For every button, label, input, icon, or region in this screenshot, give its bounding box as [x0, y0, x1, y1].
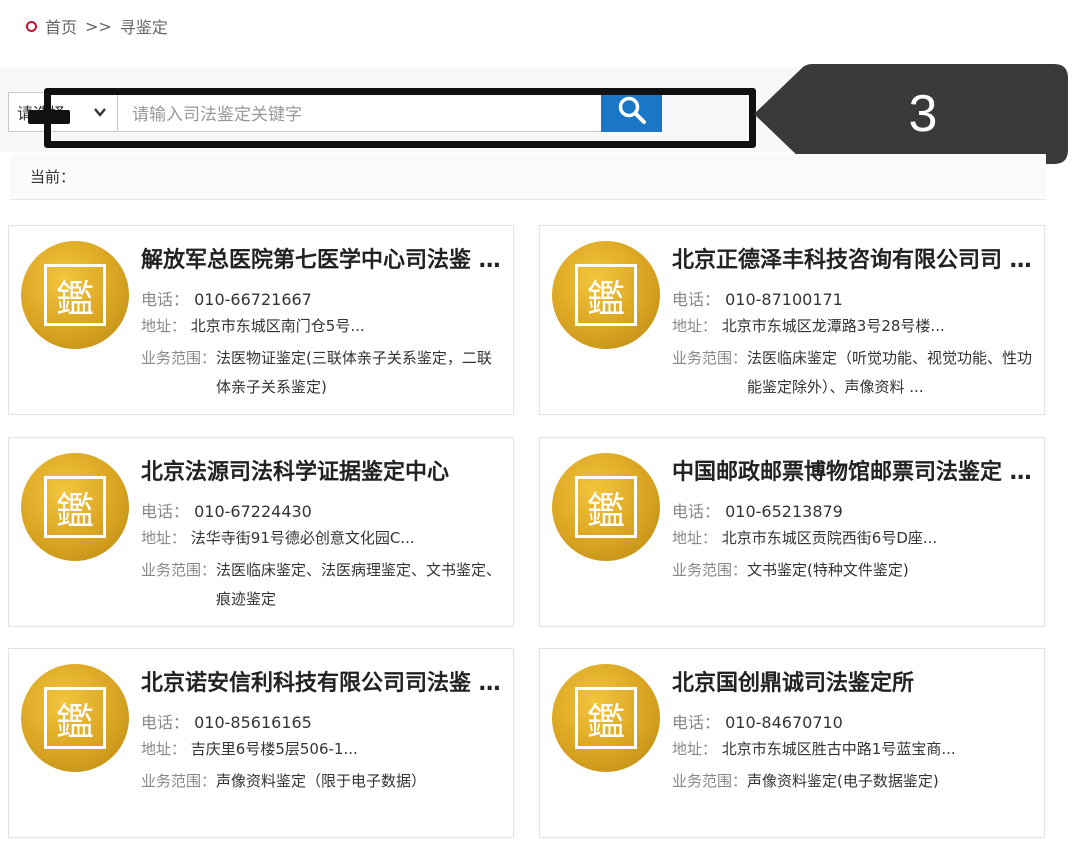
- institution-address: 地址： 北京市东城区贡院西街6号D座...: [672, 527, 937, 548]
- institution-card[interactable]: 鑑 北京正德泽丰科技咨询有限公司司 ... 电话： 010-87100171 地…: [539, 225, 1045, 415]
- scope-value: 声像资料鉴定(电子数据鉴定): [747, 772, 939, 790]
- search-button[interactable]: [601, 92, 662, 132]
- address-label: 地址：: [141, 529, 187, 547]
- institution-address: 地址： 法华寺街91号德必创意文化园C...: [141, 527, 415, 548]
- scope-value: 声像资料鉴定（限于电子数据）: [216, 772, 427, 790]
- institution-address: 地址： 北京市东城区南门仓5号...: [141, 315, 365, 336]
- institution-phone: 电话： 010-87100171: [672, 286, 843, 310]
- address-value: 北京市东城区龙潭路3号28号楼...: [721, 317, 945, 335]
- address-value: 北京市东城区胜古中路1号蓝宝商...: [721, 740, 956, 758]
- phone-label: 电话：: [141, 713, 190, 732]
- address-value: 北京市东城区贡院西街6号D座...: [721, 529, 938, 547]
- scope-value: 法医临床鉴定、法医病理鉴定、文书鉴定、痕迹鉴定: [216, 561, 502, 608]
- address-label: 地址：: [141, 317, 187, 335]
- institution-scope: 业务范围： 声像资料鉴定(电子数据鉴定): [672, 767, 1036, 796]
- institution-logo: 鑑: [21, 241, 129, 349]
- institution-scope: 业务范围： 文书鉴定(特种文件鉴定): [672, 556, 1036, 585]
- institution-title[interactable]: 中国邮政邮票博物馆邮票司法鉴定 ...: [672, 454, 1032, 486]
- address-label: 地址：: [672, 529, 718, 547]
- phone-value: 010-67224430: [194, 502, 312, 521]
- address-label: 地址：: [672, 317, 718, 335]
- scope-label: 业务范围：: [141, 561, 217, 579]
- phone-value: 010-65213879: [725, 502, 843, 521]
- seal-icon: 鑑: [575, 687, 637, 749]
- institution-logo: 鑑: [552, 453, 660, 561]
- phone-value: 010-87100171: [725, 290, 843, 309]
- address-value: 北京市东城区南门仓5号...: [190, 317, 365, 335]
- scope-value: 法医物证鉴定(三联体亲子关系鉴定，二联体亲子关系鉴定): [216, 349, 492, 396]
- institution-phone: 电话： 010-84670710: [672, 709, 843, 733]
- seal-icon: 鑑: [44, 476, 106, 538]
- phone-value: 010-66721667: [194, 290, 312, 309]
- phone-label: 电话：: [141, 290, 190, 309]
- current-filter-label: 当前：: [30, 168, 76, 186]
- institution-card[interactable]: 鑑 解放军总医院第七医学中心司法鉴 ... 电话： 010-66721667 地…: [8, 225, 514, 415]
- address-label: 地址：: [672, 740, 718, 758]
- scope-label: 业务范围：: [672, 772, 748, 790]
- breadcrumb-current: 寻鉴定: [119, 18, 168, 37]
- breadcrumb-separator: >>: [85, 16, 112, 36]
- callout-label: 3: [908, 85, 938, 143]
- institution-logo: 鑑: [21, 453, 129, 561]
- current-filter-bar: 当前：: [10, 154, 1046, 200]
- scope-value: 文书鉴定(特种文件鉴定): [747, 561, 909, 579]
- scope-label: 业务范围：: [141, 349, 217, 367]
- scope-label: 业务范围：: [141, 772, 217, 790]
- address-value: 吉庆里6号楼5层506-1...: [190, 740, 358, 758]
- search-input[interactable]: 请输入司法鉴定关键字: [118, 92, 602, 132]
- breadcrumb: 首页 >> 寻鉴定: [26, 14, 168, 38]
- institution-title[interactable]: 北京正德泽丰科技咨询有限公司司 ...: [672, 242, 1032, 274]
- address-label: 地址：: [141, 740, 187, 758]
- institution-address: 地址： 吉庆里6号楼5层506-1...: [141, 738, 358, 759]
- institution-scope: 业务范围： 法医临床鉴定、法医病理鉴定、文书鉴定、痕迹鉴定: [141, 556, 505, 614]
- location-dot-icon: [26, 20, 37, 32]
- institution-phone: 电话： 010-67224430: [141, 498, 312, 522]
- institution-logo: 鑑: [21, 664, 129, 772]
- institution-address: 地址： 北京市东城区龙潭路3号28号楼...: [672, 315, 945, 336]
- chevron-down-icon: [93, 105, 107, 123]
- phone-label: 电话：: [672, 713, 721, 732]
- highlight-annotation-tab: [28, 110, 70, 124]
- search-icon: [617, 95, 647, 129]
- institution-card[interactable]: 鑑 北京法源司法科学证据鉴定中心 电话： 010-67224430 地址： 法华…: [8, 437, 514, 627]
- institution-address: 地址： 北京市东城区胜古中路1号蓝宝商...: [672, 738, 956, 759]
- breadcrumb-home-link[interactable]: 首页: [45, 14, 77, 38]
- institution-title[interactable]: 北京诺安信利科技有限公司司法鉴 ...: [141, 665, 501, 697]
- seal-icon: 鑑: [575, 476, 637, 538]
- institution-scope: 业务范围： 法医临床鉴定（听觉功能、视觉功能、性功能鉴定除外）、声像资料 ...: [672, 344, 1036, 402]
- institution-scope: 业务范围： 声像资料鉴定（限于电子数据）: [141, 767, 505, 796]
- seal-icon: 鑑: [44, 687, 106, 749]
- scope-value: 法医临床鉴定（听觉功能、视觉功能、性功能鉴定除外）、声像资料 ...: [747, 349, 1033, 396]
- seal-icon: 鑑: [575, 264, 637, 326]
- phone-label: 电话：: [141, 502, 190, 521]
- scope-label: 业务范围：: [672, 349, 748, 367]
- address-value: 法华寺街91号德必创意文化园C...: [190, 529, 415, 547]
- seal-icon: 鑑: [44, 264, 106, 326]
- institution-phone: 电话： 010-65213879: [672, 498, 843, 522]
- institution-title[interactable]: 北京国创鼎诚司法鉴定所: [672, 665, 1032, 697]
- institution-card[interactable]: 鑑 北京诺安信利科技有限公司司法鉴 ... 电话： 010-85616165 地…: [8, 648, 514, 838]
- phone-value: 010-84670710: [725, 713, 843, 732]
- phone-label: 电话：: [672, 290, 721, 309]
- institution-scope: 业务范围： 法医物证鉴定(三联体亲子关系鉴定，二联体亲子关系鉴定): [141, 344, 505, 402]
- institution-title[interactable]: 解放军总医院第七医学中心司法鉴 ...: [141, 242, 501, 274]
- institution-title[interactable]: 北京法源司法科学证据鉴定中心: [141, 454, 501, 486]
- institution-logo: 鑑: [552, 664, 660, 772]
- institution-phone: 电话： 010-66721667: [141, 286, 312, 310]
- scope-label: 业务范围：: [672, 561, 748, 579]
- phone-label: 电话：: [672, 502, 721, 521]
- phone-value: 010-85616165: [194, 713, 312, 732]
- institution-logo: 鑑: [552, 241, 660, 349]
- institution-card[interactable]: 鑑 中国邮政邮票博物馆邮票司法鉴定 ... 电话： 010-65213879 地…: [539, 437, 1045, 627]
- institution-card[interactable]: 鑑 北京国创鼎诚司法鉴定所 电话： 010-84670710 地址： 北京市东城…: [539, 648, 1045, 838]
- institution-phone: 电话： 010-85616165: [141, 709, 312, 733]
